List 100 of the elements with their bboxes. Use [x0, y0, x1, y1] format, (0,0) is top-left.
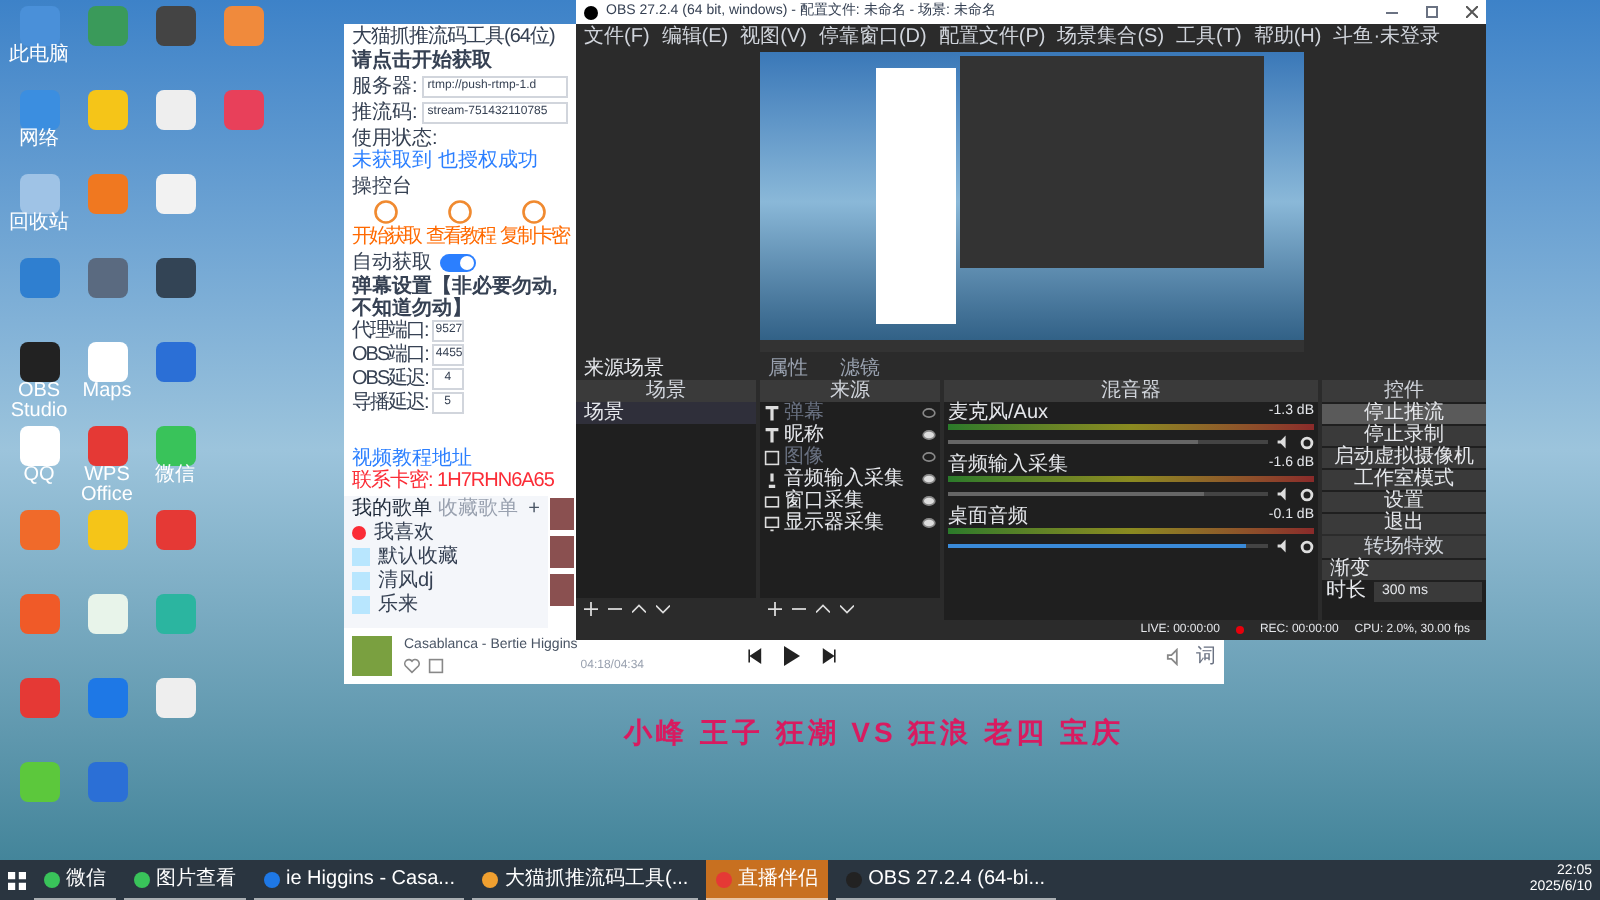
- speaker-icon[interactable]: [1276, 538, 1292, 554]
- ring-icon: [446, 198, 474, 226]
- playlist-tab[interactable]: 我的歌单: [352, 498, 432, 520]
- control-button[interactable]: 退出: [1322, 514, 1486, 534]
- toggle-switch[interactable]: [440, 254, 476, 272]
- album-cover: [352, 636, 392, 676]
- app-icon[interactable]: [19, 342, 59, 382]
- ring-icon: [372, 198, 400, 226]
- toggle-label: 自动获取: [352, 252, 432, 274]
- app-logo-icon: [584, 5, 598, 19]
- playlist-item[interactable]: 我喜欢: [352, 522, 540, 544]
- remove-icon[interactable]: [792, 602, 806, 616]
- eye-icon[interactable]: [922, 430, 936, 440]
- panel-header: 场景: [576, 380, 756, 402]
- field-label: OBS端口:: [352, 344, 428, 366]
- eye-icon[interactable]: [922, 496, 936, 506]
- minimize-icon[interactable]: [1386, 11, 1398, 13]
- playlist-item[interactable]: 清风dj: [352, 570, 540, 592]
- overlay-caption: 小峰 王子 狂潮 VS 狂浪 老四 宝庆: [624, 714, 1125, 752]
- control-button[interactable]: 设置: [1322, 492, 1486, 512]
- source-item[interactable]: 显示器采集: [760, 512, 940, 534]
- dropdown[interactable]: 渐变: [1322, 560, 1486, 580]
- field-label: 服务器:: [352, 76, 418, 98]
- lyrics-button[interactable]: 词: [1196, 641, 1216, 671]
- taskbar-item[interactable]: 直播伴侣: [706, 860, 829, 900]
- channel-name: 麦克风/Aux: [948, 402, 1049, 424]
- taskbar-item[interactable]: 微信: [34, 860, 116, 900]
- window-title: 大猫抓推流码工具(64位): [350, 24, 557, 49]
- panel-header: 来源: [760, 380, 940, 402]
- ring-icon: [520, 198, 548, 226]
- speaker-icon[interactable]: [1276, 486, 1292, 502]
- channel-name: 音频输入采集: [948, 454, 1068, 476]
- field-label: 代理端口:: [352, 320, 428, 342]
- window-icon: [764, 493, 780, 509]
- move-down-icon[interactable]: [656, 602, 670, 616]
- playlist-item[interactable]: 乐来: [352, 594, 540, 616]
- menu-item[interactable]: 编辑(E): [661, 25, 729, 47]
- scene-item[interactable]: 场景: [576, 402, 756, 424]
- section-heading: 操控台: [350, 176, 414, 198]
- menu-item[interactable]: 斗鱼·未登录: [1333, 25, 1441, 47]
- move-up-icon[interactable]: [632, 602, 646, 616]
- move-up-icon[interactable]: [816, 602, 830, 616]
- section-heading: 弹幕设置【非必要勿动,不知道勿动】: [349, 276, 560, 320]
- control-button[interactable]: 启动虚拟摄像机: [1322, 448, 1486, 468]
- source-item[interactable]: 音频输入采集: [760, 468, 940, 490]
- text-icon: [764, 405, 780, 421]
- status-link[interactable]: 未获取到 也授权成功: [344, 150, 546, 172]
- toolbar-button[interactable]: 属性: [760, 357, 816, 379]
- add-icon[interactable]: [768, 602, 782, 616]
- toolbar-button[interactable]: 滤镜: [832, 357, 888, 379]
- text-icon: [764, 427, 780, 443]
- control-button[interactable]: 工作室模式: [1322, 470, 1486, 490]
- maximize-icon[interactable]: [1426, 6, 1438, 18]
- menu-item[interactable]: 视图(V): [740, 25, 807, 47]
- eye-icon[interactable]: [922, 518, 936, 528]
- taskbar-item[interactable]: 图片查看: [124, 860, 246, 900]
- field-label: 导播延迟:: [352, 392, 428, 414]
- start-icon[interactable]: [8, 871, 26, 889]
- icon-label: 此电脑: [7, 46, 71, 66]
- taskbar-item[interactable]: OBS 27.2.4 (64-bi...: [836, 860, 1056, 900]
- menu-item[interactable]: 帮助(H): [1253, 25, 1322, 47]
- source-item[interactable]: 昵称: [760, 424, 940, 446]
- source-item[interactable]: 窗口采集: [760, 490, 940, 512]
- menu-item[interactable]: 停靠窗口(D): [818, 25, 927, 47]
- speaker-icon[interactable]: [1276, 434, 1292, 450]
- field-label: OBS延迟:: [352, 368, 428, 390]
- add-icon[interactable]: [584, 602, 598, 616]
- icon-label: 微信: [153, 466, 197, 486]
- control-button[interactable]: 停止录制: [1322, 426, 1486, 446]
- playlist-item[interactable]: 默认收藏: [352, 546, 540, 568]
- field-label: 使用状态:: [350, 128, 438, 150]
- panel-header: 混音器: [944, 380, 1318, 402]
- icon-label: OBS Studio: [8, 382, 70, 422]
- play-icon[interactable]: [782, 644, 802, 668]
- icon-label: Maps: [80, 382, 134, 402]
- icon-label: 回收站: [7, 214, 71, 234]
- card-code: 联系卡密: 1H7RHN6A65: [350, 470, 556, 492]
- taskbar-item[interactable]: 大猫抓推流码工具(...: [472, 860, 699, 900]
- app-icon[interactable]: [155, 258, 195, 298]
- icon-label: QQ: [21, 466, 57, 486]
- menu-item[interactable]: 场景集合(S): [1057, 25, 1165, 47]
- previous-icon[interactable]: [746, 648, 762, 664]
- cover-thumbnail: [550, 498, 574, 530]
- move-down-icon[interactable]: [840, 602, 854, 616]
- control-button[interactable]: 停止推流: [1322, 404, 1486, 424]
- icon-label: WPS Office: [79, 466, 135, 506]
- menu-item[interactable]: 工具(T): [1176, 25, 1242, 47]
- menu-item[interactable]: 文件(F): [584, 25, 650, 47]
- remove-icon[interactable]: [608, 602, 622, 616]
- close-icon[interactable]: [1466, 6, 1478, 18]
- menu-item[interactable]: 配置文件(P): [938, 25, 1046, 47]
- field-label: 时长: [1326, 582, 1366, 602]
- tutorial-link[interactable]: 视频教程地址: [344, 448, 480, 470]
- field-label: 推流码:: [352, 102, 418, 124]
- next-icon[interactable]: [822, 648, 838, 664]
- panel-header: 转场特效: [1322, 536, 1486, 558]
- add-button[interactable]: +: [528, 498, 540, 520]
- icon-label: 网络: [17, 130, 61, 150]
- eye-icon[interactable]: [922, 474, 936, 484]
- taskbar-item[interactable]: ie Higgins - Casa...: [254, 860, 465, 900]
